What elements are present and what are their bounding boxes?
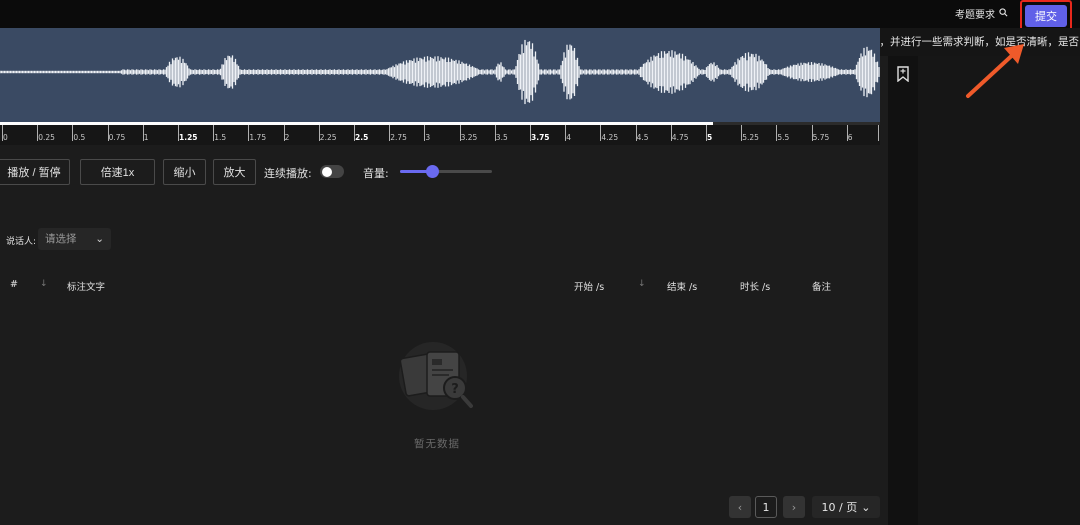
zoom-out-button[interactable]: 缩小 [163,159,206,185]
time-tick-label: 1.75 [249,133,267,142]
time-tick-label: 0.5 [73,133,86,142]
column-index: # [10,279,18,290]
current-page[interactable]: 1 [755,496,777,518]
time-tick-label: 2.5 [355,133,369,142]
waveform-panel[interactable] [0,28,880,122]
play-pause-button[interactable]: 播放 / 暂停 [0,159,70,185]
time-tick-label: 0 [3,133,8,142]
time-tick [878,125,879,141]
search-icon [999,7,1008,20]
requirements-label: 考题要求 [955,10,995,21]
time-tick-label: 1.5 [214,133,227,142]
toggle-knob [322,166,332,177]
time-tick-label: 4.5 [636,133,649,142]
svg-text:?: ? [451,382,459,397]
annotation-arrow [966,44,1024,98]
time-tick-label: 2 [284,133,290,142]
right-panel [918,56,1080,525]
volume-label: 音量: [363,167,389,180]
time-tick-label: 2.25 [319,133,337,142]
sort-arrow-icon[interactable]: ↓ [40,279,48,289]
exam-requirements-link[interactable]: 考题要求 [955,6,1008,21]
time-tick-label: 3 [425,133,431,142]
chevron-down-icon: ⌄ [95,233,104,245]
page-size-value: 10 / 页 [821,501,858,514]
time-ruler[interactable]: 0 0.25 0.5 0.75 1 1.25 1.5 1.75 2 2.25 2.5 2.75 3 3.2… [0,125,880,145]
time-tick-label: 0.25 [38,133,55,142]
time-tick-label: 3.75 [531,133,550,142]
empty-data-icon: ? [397,340,475,416]
side-toolbar [888,56,918,525]
speed-button[interactable]: 倍速1x [80,159,155,185]
column-note: 备注 [812,282,832,293]
next-page-button[interactable]: › [783,496,805,518]
column-end: 结束 /s [667,282,698,293]
time-tick-label: 3.5 [495,133,508,142]
time-tick-label: 5.25 [742,133,759,142]
speaker-select[interactable]: 请选择 ⌄ [38,228,111,250]
prev-page-button[interactable]: ‹ [729,496,751,518]
time-tick-label: 4 [566,133,571,142]
time-tick-label: 3.25 [460,133,478,142]
time-tick-label: 4.25 [601,133,619,142]
time-tick-label: 1.25 [179,133,198,142]
submit-button[interactable]: 提交 [1025,5,1067,27]
time-tick-label: 2.75 [390,133,407,142]
time-tick-label: 5.5 [777,133,790,142]
volume-slider[interactable] [400,165,492,178]
continuous-play-toggle[interactable] [320,165,344,178]
top-bar: 考题要求 [0,0,1080,28]
column-start: 开始 /s [574,282,605,293]
column-duration: 时长 /s [740,282,771,293]
continuous-play-label: 连续播放: [264,167,312,180]
speaker-placeholder: 请选择 [45,233,77,245]
time-tick-label: 5.75 [812,133,830,142]
zoom-in-button[interactable]: 放大 [213,159,256,185]
time-tick-label: 5 [707,133,713,142]
app-window: 考题要求 提交 将音频内的语音转为文字，并进行一些需求判断，如是否清晰，是否 0… [0,0,1080,525]
empty-data-text: 暂无数据 [414,438,460,450]
page-size-select[interactable]: 10 / 页 ⌄ [812,496,880,518]
waveform [0,39,880,105]
bookmark-icon[interactable] [896,66,910,86]
sort-arrow-icon[interactable]: ↓ [638,279,646,289]
time-tick-label: 4.75 [671,133,689,142]
volume-slider-handle[interactable] [426,165,440,178]
speaker-label: 说话人: [6,237,37,247]
column-label-text: 标注文字 [67,282,106,293]
time-tick-label: 0.75 [108,133,126,142]
time-tick-label: 6 [847,133,853,142]
chevron-down-icon: ⌄ [861,500,871,514]
time-tick-label: 1 [143,133,149,142]
